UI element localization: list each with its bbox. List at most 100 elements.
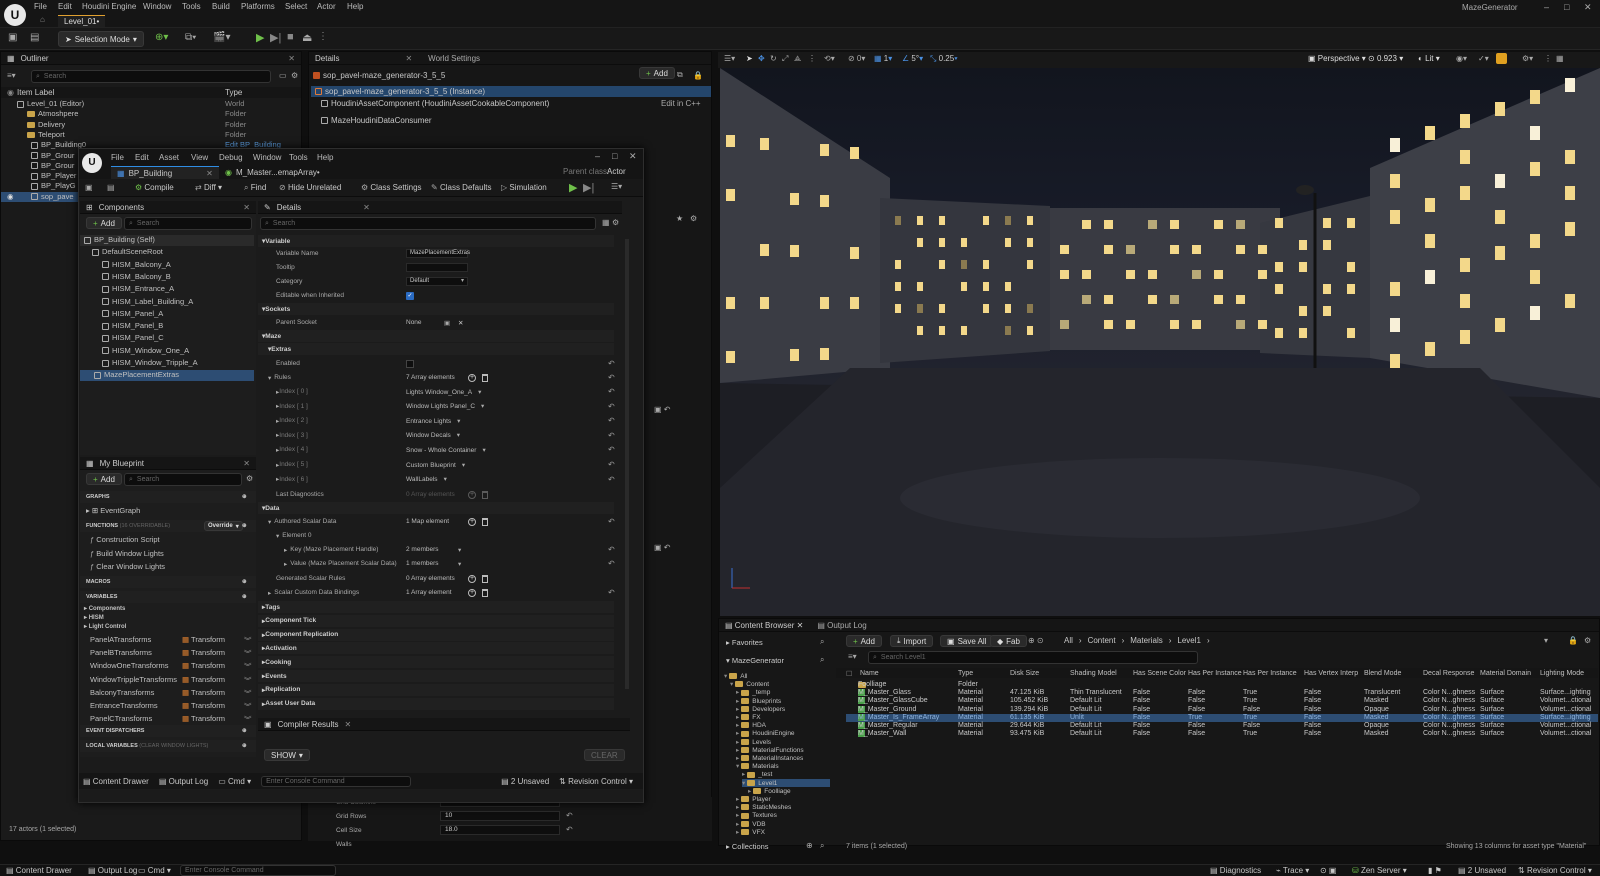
variable-type[interactable]: ▦ Transform (182, 661, 225, 670)
close-tab-icon[interactable]: ✕ (206, 169, 213, 178)
variable-item[interactable]: PanelBTransforms (90, 648, 152, 657)
folder-tree-item[interactable]: ▸ FX (736, 713, 830, 721)
reset-icon[interactable]: ↶ (566, 811, 573, 820)
folder-tree-item[interactable]: ▸ MaterialFunctions (736, 746, 830, 754)
collapsed-section[interactable]: ▸ Component Replication (258, 628, 614, 641)
asset-row[interactable]: M_Master_GlassCube Material 105.452 KiB Def… (846, 697, 1598, 705)
compile-button[interactable]: ⚙ Compile (135, 183, 174, 192)
more-icon[interactable]: ⋮ (1544, 54, 1552, 63)
column-header[interactable]: Blend Mode (1364, 670, 1401, 677)
asset-row[interactable]: M_Master_Glass Material 47.125 KiB Thin Tra… (846, 689, 1598, 697)
add-function-icon[interactable]: ⊕ (242, 523, 247, 529)
settings-icon[interactable]: ⚙▾ (1522, 54, 1533, 63)
column-type[interactable]: Type (225, 88, 242, 97)
import-button[interactable]: ⤓ Import (890, 635, 934, 647)
add-collection-icon[interactable]: ⊕ (806, 841, 813, 850)
translate-icon[interactable]: ✥ (758, 54, 765, 63)
folder-tree-item[interactable]: ▸ VDB (736, 820, 830, 828)
cmd-dropdown[interactable]: ▭ Cmd ▾ (138, 866, 171, 875)
menu-file[interactable]: File (34, 2, 47, 11)
menu-icon[interactable]: ☰▾ (611, 182, 622, 191)
collapsed-section[interactable]: ▸ Cooking (258, 656, 614, 669)
add-component-button[interactable]: + Add (86, 217, 122, 229)
bp-menu-tools[interactable]: Tools (289, 153, 308, 162)
key-members[interactable]: 2 members (406, 546, 439, 553)
column-header[interactable]: Name (860, 670, 879, 677)
add-variable-icon[interactable]: ⊕ (242, 594, 247, 600)
browse-asset-icon[interactable]: ▣ ↶ (654, 543, 670, 552)
enabled-checkbox[interactable] (406, 359, 414, 368)
rotation-snap-icon[interactable]: ∠ 5°▾ (902, 54, 923, 63)
settings-icon[interactable]: ⚙ (690, 214, 697, 223)
function-item[interactable]: ƒ Construction Script (90, 535, 160, 544)
variable-item[interactable]: PanelCTransforms (90, 714, 152, 723)
grid-setting-input[interactable]: 18.0 (440, 825, 560, 835)
folder-tree-item[interactable]: ▾ Level1 (742, 778, 830, 787)
folder-tree-item[interactable]: ▸ StaticMeshes (736, 803, 830, 811)
editable-checkbox[interactable]: ✓ (406, 291, 414, 300)
column-header[interactable]: Material Domain (1480, 670, 1531, 677)
column-header[interactable]: Has Per Instance (1243, 670, 1297, 677)
details-scrollbar[interactable] (625, 239, 629, 689)
bp-details-tab[interactable]: ✎ Details ✕ (258, 201, 622, 214)
menu-edit[interactable]: Edit (58, 2, 72, 11)
settings-icon[interactable]: ⚙ (1584, 636, 1591, 645)
variable-group[interactable]: ▸ Light Control (84, 623, 126, 630)
collapsed-section[interactable]: ▸ Replication (258, 683, 614, 696)
chevron-down-icon[interactable]: ▾ (1544, 636, 1548, 645)
reset-icon[interactable]: ↶ (608, 387, 615, 396)
chevron-down-icon[interactable]: ︾ (244, 688, 252, 699)
add-macro-icon[interactable]: ⊕ (242, 579, 247, 585)
macros-section[interactable]: MACROS ⊕ (80, 576, 256, 588)
variable-item[interactable]: EntranceTransforms (90, 701, 158, 710)
variable-type[interactable]: ▦ Transform (182, 714, 225, 723)
eject-icon[interactable]: ⏏ (302, 31, 312, 44)
value-members[interactable]: 1 members (406, 560, 439, 567)
camera-speed-dropdown[interactable]: ⊙ 0.923 ▾ (1368, 54, 1403, 63)
bp-close-icon[interactable]: ✕ (629, 151, 637, 162)
save-icon[interactable]: ▣ (85, 183, 93, 192)
rule-asset-dropdown[interactable]: Window Decals ▾ (406, 431, 460, 439)
tab-material[interactable]: ◉ M_Master...emapArray• (219, 166, 326, 179)
column-header[interactable]: Type (958, 670, 973, 677)
bp-menu-help[interactable]: Help (317, 153, 333, 162)
tab-content-browser[interactable]: ▤ Content Browser ✕ (725, 621, 803, 630)
project-header[interactable]: ▾ MazeGenerator (726, 656, 784, 665)
menu-actor[interactable]: Actor (317, 2, 336, 11)
chevron-down-icon[interactable]: ︾ (244, 635, 252, 646)
content-drawer-button[interactable]: ▤ Content Drawer (6, 866, 72, 875)
status-icons[interactable]: ▮ ⚑ (1428, 866, 1442, 875)
browse-icon[interactable]: ▤ (30, 32, 39, 43)
stop-icon[interactable]: ■ (287, 31, 294, 43)
folder-tree-item[interactable]: ▸ Player (736, 795, 830, 803)
rule-asset-dropdown[interactable]: Entrance Lights ▾ (406, 417, 460, 425)
close-tab-icon[interactable]: ✕ (405, 54, 412, 63)
column-item-label[interactable]: Item Label (17, 88, 54, 97)
add-dispatcher-icon[interactable]: ⊕ (242, 728, 247, 734)
event-dispatchers-section[interactable]: EVENT DISPATCHERS ⊕ (80, 725, 256, 737)
scalar-count[interactable]: 1 Array element (406, 589, 452, 596)
outliner-row[interactable]: Level_01 (Editor) World (1, 99, 301, 109)
transform-icon[interactable]: ⟁ (794, 54, 801, 64)
sockets-section[interactable]: ▾ Sockets (258, 303, 614, 315)
breadcrumb-materials[interactable]: Materials (1130, 636, 1162, 645)
variable-name-input[interactable]: MazePlacementExtras (406, 249, 470, 258)
rule-asset-dropdown[interactable]: Window Lights Panel_C ▾ (406, 402, 484, 410)
search-icon[interactable]: ⌕ (820, 841, 824, 851)
add-component-button[interactable]: + Add (639, 67, 675, 79)
folder-tree-item[interactable]: ▾ Content (730, 680, 830, 688)
close-tab-icon[interactable]: ✕ (243, 203, 250, 212)
folder-tree-item[interactable]: ▸ Textures (736, 811, 830, 819)
rotate-icon[interactable]: ↻ (770, 54, 777, 63)
console-input[interactable]: Enter Console Command (180, 865, 336, 876)
world-local-icon[interactable]: ⟲▾ (824, 54, 835, 63)
collapsed-section[interactable]: ▸ Component Tick (258, 614, 614, 627)
cinematics-icon[interactable]: 🎬▾ (213, 32, 230, 43)
reset-icon[interactable]: ↶ (566, 825, 573, 834)
bp-menu-asset[interactable]: Asset (159, 153, 179, 162)
variables-section[interactable]: VARIABLES ⊕ (80, 591, 256, 603)
unsaved-button[interactable]: ▤ 2 Unsaved (1458, 866, 1506, 875)
settings-icon[interactable]: ⚙ (246, 474, 253, 483)
chevron-down-icon[interactable]: ︾ (244, 675, 252, 686)
variable-type[interactable]: ▦ Transform (182, 648, 225, 657)
